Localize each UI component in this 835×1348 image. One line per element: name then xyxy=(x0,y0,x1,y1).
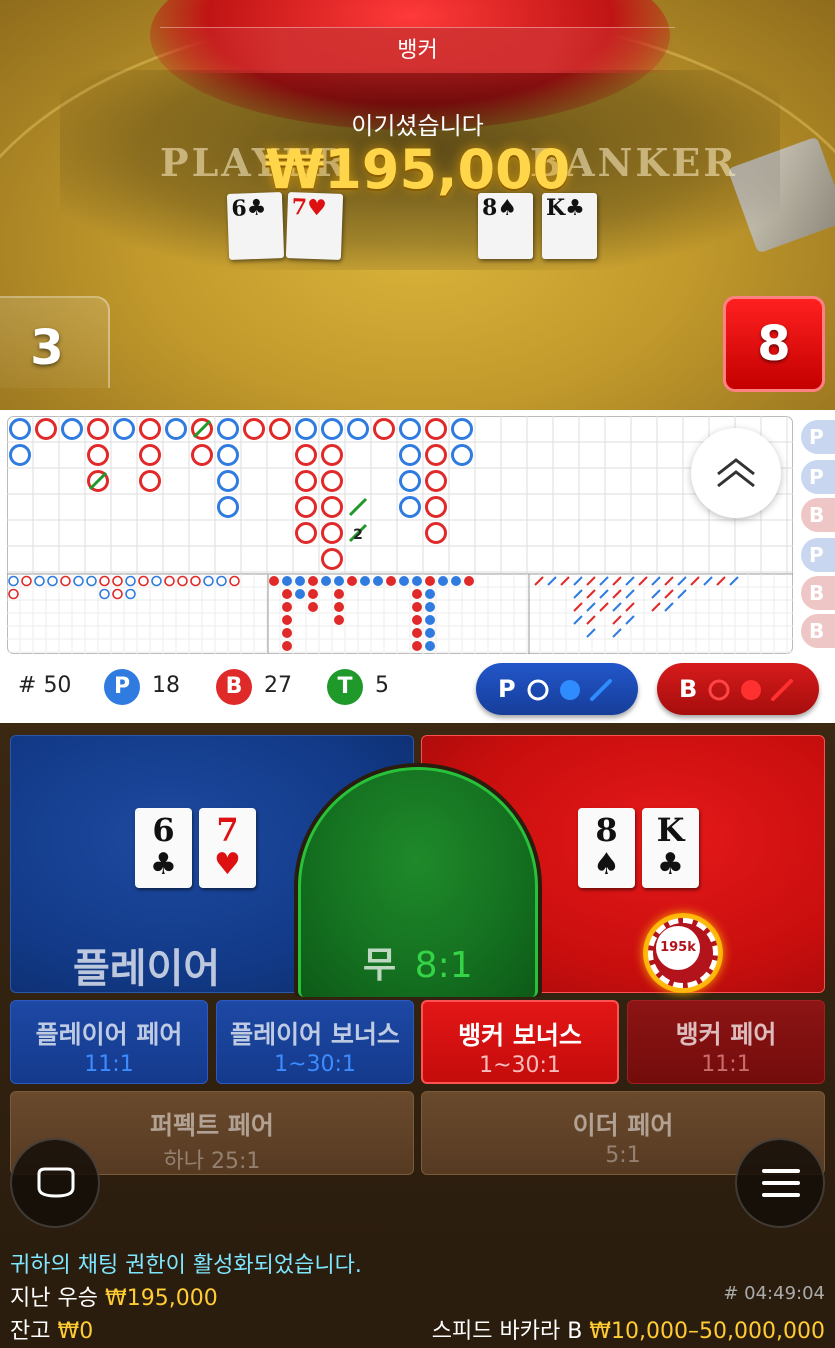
player-spot-label: 플레이어 xyxy=(73,946,221,992)
ask-player-button[interactable]: P xyxy=(476,663,638,715)
tie-bet-spot[interactable]: 무 8:1 xyxy=(298,767,538,997)
video-banker-card-2: K♣ xyxy=(542,193,597,259)
small-road-dot xyxy=(295,589,305,599)
small-road-dot xyxy=(282,628,292,638)
player-card-2: 7 ♥ xyxy=(199,808,256,888)
win-amount: ₩195,000 xyxy=(264,138,571,201)
banker-badge: B xyxy=(216,669,252,705)
banker-bonus-bet[interactable]: 뱅커 보너스 1~30:1 xyxy=(421,1000,619,1084)
banker-card-1: 8 ♠ xyxy=(578,808,635,888)
small-road-dot xyxy=(282,589,292,599)
small-road-dot xyxy=(373,576,383,586)
small-road-dot xyxy=(295,576,305,586)
video-banker-card-1: 8♠ xyxy=(478,193,533,259)
tie-count: 5 xyxy=(375,673,389,698)
small-road-dot xyxy=(308,576,318,586)
small-road-dot xyxy=(451,576,461,586)
small-road-dot xyxy=(412,576,422,586)
small-road-dot xyxy=(347,576,357,586)
small-road-dot xyxy=(438,576,448,586)
banker-chip: 195k xyxy=(643,913,723,993)
tie-count-label: 2 xyxy=(353,527,363,543)
small-road-dot xyxy=(425,628,435,638)
video-player-card-2: 7♥ xyxy=(285,192,344,260)
live-video: PLAYER BANKER 뱅커 이기셨습니다 ₩195,000 6♣ 7♥ 8… xyxy=(0,0,835,410)
prediction-2: P xyxy=(801,460,835,494)
chat-notice: 귀하의 채팅 권한이 활성화되었습니다. xyxy=(10,1253,362,1278)
small-road-dot xyxy=(308,589,318,599)
small-road-dot xyxy=(334,602,344,612)
double-chevron-up-icon xyxy=(717,458,755,488)
banker-pair-bet[interactable]: 뱅커 페어 11:1 xyxy=(627,1000,825,1084)
small-road-dot xyxy=(412,589,422,599)
small-road-dot xyxy=(386,576,396,586)
chat-button[interactable] xyxy=(10,1138,100,1228)
expand-roadmap-button[interactable] xyxy=(691,428,781,518)
prediction-1: P xyxy=(801,420,835,454)
small-road-dot xyxy=(269,576,279,586)
round-id: # 04:49:04 xyxy=(723,1283,825,1304)
menu-button[interactable] xyxy=(735,1138,825,1228)
player-bonus-bet[interactable]: 플레이어 보너스 1~30:1 xyxy=(216,1000,414,1084)
player-card-1: 6 ♣ xyxy=(135,808,192,888)
small-road-dot xyxy=(282,615,292,625)
last-win: 지난 우승 ₩195,000 xyxy=(10,1286,218,1311)
round-count: # 50 xyxy=(18,673,72,698)
banker-card-2: K ♣ xyxy=(642,808,699,888)
player-score: 3 xyxy=(0,296,110,388)
small-road-dot xyxy=(308,602,318,612)
small-road-dot xyxy=(334,576,344,586)
winner-banner: 뱅커 xyxy=(160,27,675,73)
tie-spot-label: 무 xyxy=(363,945,397,986)
small-road-dot xyxy=(425,589,435,599)
small-road-dot xyxy=(334,589,344,599)
tie-badge: T xyxy=(327,669,363,705)
balance: 잔고 ₩0 xyxy=(10,1319,94,1344)
ask-banker-button[interactable]: B xyxy=(657,663,819,715)
baccarat-app: PLAYER BANKER 뱅커 이기셨습니다 ₩195,000 6♣ 7♥ 8… xyxy=(0,0,835,1348)
roadmap-grid: 2 xyxy=(7,416,793,654)
banker-score: 8 xyxy=(723,296,825,392)
betting-area: 6 ♣ 7 ♥ 플레이어 8 ♠ K ♣ 무 8:1 195k 플레이어 페어 … xyxy=(0,723,835,1243)
prediction-3: B xyxy=(801,498,835,532)
small-road-dot xyxy=(282,602,292,612)
player-pair-bet[interactable]: 플레이어 페어 11:1 xyxy=(10,1000,208,1084)
small-road-dot xyxy=(334,615,344,625)
footer: 귀하의 채팅 권한이 활성화되었습니다. 지난 우승 ₩195,000 잔고 ₩… xyxy=(0,1243,835,1348)
small-road-dot xyxy=(282,576,292,586)
small-road-dot xyxy=(412,602,422,612)
small-road-dot xyxy=(282,641,292,651)
banker-count: 27 xyxy=(264,673,292,698)
prediction-5: B xyxy=(801,576,835,610)
small-road-dot xyxy=(399,576,409,586)
prediction-4: P xyxy=(801,538,835,572)
small-road-dot xyxy=(425,602,435,612)
small-road-dot xyxy=(360,576,370,586)
prediction-6: B xyxy=(801,614,835,648)
table-info: 스피드 바카라 B ₩10,000–50,000,000 xyxy=(431,1319,825,1344)
small-road-dot xyxy=(412,641,422,651)
small-road-dot xyxy=(412,628,422,638)
win-message: 이기셨습니다 xyxy=(351,112,484,140)
small-road-dot xyxy=(425,615,435,625)
small-road-dot xyxy=(321,576,331,586)
player-count: 18 xyxy=(152,673,180,698)
tie-odds: 8:1 xyxy=(414,945,473,986)
player-road-symbols-icon xyxy=(527,679,612,701)
hamburger-menu-icon xyxy=(762,1169,800,1197)
chat-bubble-icon xyxy=(37,1167,75,1198)
video-player-card-1: 6♣ xyxy=(226,192,285,260)
small-road-dot xyxy=(464,576,474,586)
small-road-dot xyxy=(425,576,435,586)
small-road-dot xyxy=(425,641,435,651)
banker-road-symbols-icon xyxy=(708,679,793,701)
player-badge: P xyxy=(104,669,140,705)
small-road-dot xyxy=(412,615,422,625)
stats-bar: # 50 P 18 B 27 T 5 P B xyxy=(0,655,835,723)
